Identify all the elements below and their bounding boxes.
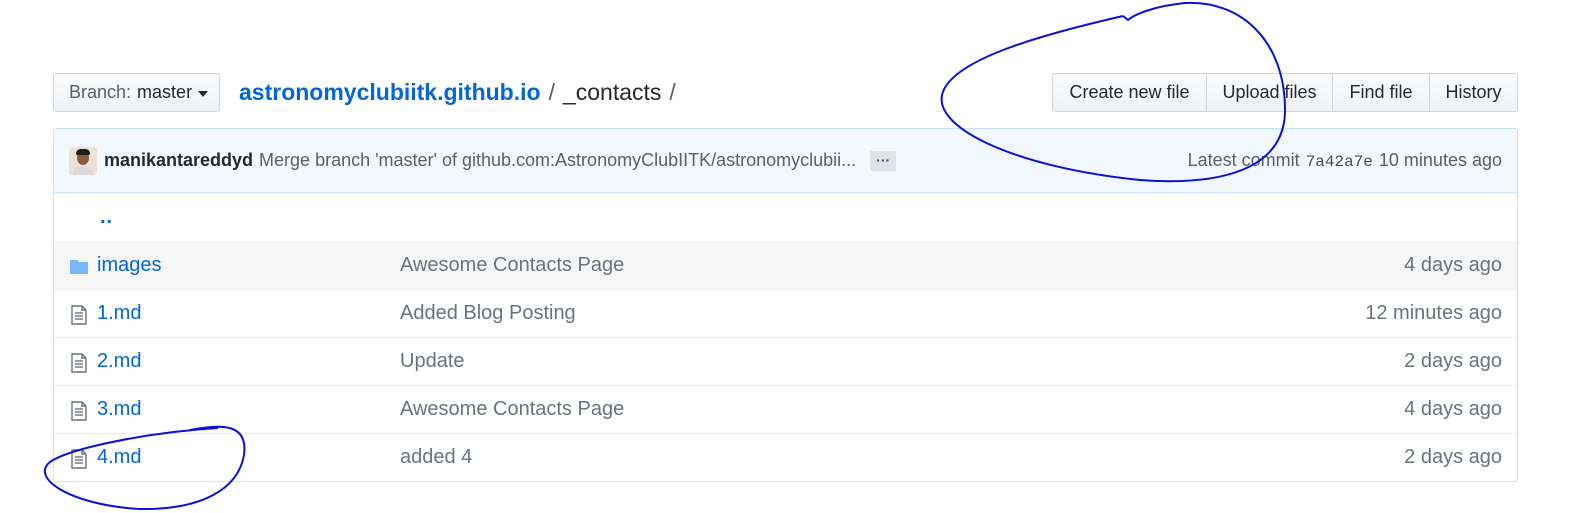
upload-files-button[interactable]: Upload files — [1206, 74, 1332, 111]
latest-commit-label: Latest commit — [1187, 150, 1300, 170]
parent-directory-link[interactable]: .. — [100, 206, 113, 229]
file-navigation: Branch: master astronomyclubiitk.github.… — [53, 73, 1518, 114]
file-name-link[interactable]: images — [97, 254, 161, 277]
file-commit-message[interactable]: Added Blog Posting — [400, 302, 576, 325]
caret-down-icon — [198, 90, 209, 97]
commit-age: 10 minutes ago — [1378, 150, 1502, 170]
file-text-icon — [71, 449, 87, 469]
find-file-button[interactable]: Find file — [1332, 74, 1429, 111]
table-row: images Awesome Contacts Page 4 days ago — [54, 241, 1517, 289]
branch-value: master — [137, 82, 193, 102]
file-actions-group: Create new file Upload files Find file H… — [1052, 73, 1518, 112]
breadcrumb-trailing-separator: / — [669, 79, 676, 105]
file-browser: Branch: master astronomyclubiitk.github.… — [53, 73, 1518, 482]
latest-commit-info: Latest commit 7a42a7e 10 minutes ago — [1188, 150, 1502, 171]
file-age: 2 days ago — [1404, 446, 1502, 468]
commit-sha-link[interactable]: 7a42a7e — [1306, 153, 1373, 171]
table-row: 3.md Awesome Contacts Page 4 days ago — [54, 385, 1517, 433]
file-commit-message[interactable]: added 4 — [400, 446, 472, 469]
breadcrumb-current-dir: _contacts — [562, 79, 662, 105]
file-age: 2 days ago — [1404, 350, 1502, 372]
breadcrumb-separator: / — [548, 79, 555, 105]
branch-label: Branch: — [69, 82, 132, 102]
file-text-icon — [71, 401, 87, 421]
history-button[interactable]: History — [1429, 74, 1517, 111]
expand-commit-message-button[interactable]: ··· — [870, 150, 897, 171]
commit-message[interactable]: Merge branch 'master' of github.com:Astr… — [259, 150, 856, 171]
file-text-icon — [71, 353, 87, 373]
create-new-file-button[interactable]: Create new file — [1053, 74, 1206, 111]
branch-select-button[interactable]: Branch: master — [53, 73, 220, 112]
file-age: 12 minutes ago — [1365, 302, 1502, 324]
parent-directory-row: .. — [54, 193, 1517, 241]
file-commit-message[interactable]: Awesome Contacts Page — [400, 398, 624, 421]
file-name-link[interactable]: 2.md — [97, 350, 141, 373]
folder-icon — [70, 260, 88, 274]
file-age: 4 days ago — [1404, 253, 1502, 276]
commit-author[interactable]: manikantareddyd — [104, 150, 253, 171]
table-row: 2.md Update 2 days ago — [54, 337, 1517, 385]
breadcrumb: astronomyclubiitk.github.io / _contacts … — [239, 79, 684, 106]
commit-tease: manikantareddyd Merge branch 'master' of… — [54, 129, 1517, 193]
file-commit-message[interactable]: Update — [400, 350, 465, 373]
avatar[interactable] — [69, 146, 97, 175]
file-table: manikantareddyd Merge branch 'master' of… — [53, 128, 1518, 482]
file-commit-message[interactable]: Awesome Contacts Page — [400, 254, 624, 277]
file-text-icon — [71, 305, 87, 325]
breadcrumb-repo-link[interactable]: astronomyclubiitk.github.io — [239, 79, 541, 106]
file-name-link[interactable]: 3.md — [97, 398, 141, 421]
file-age: 4 days ago — [1404, 398, 1502, 420]
file-name-link[interactable]: 4.md — [97, 446, 141, 469]
table-row: 1.md Added Blog Posting 12 minutes ago — [54, 289, 1517, 337]
file-name-link[interactable]: 1.md — [97, 302, 141, 325]
table-row: 4.md added 4 2 days ago — [54, 433, 1517, 481]
